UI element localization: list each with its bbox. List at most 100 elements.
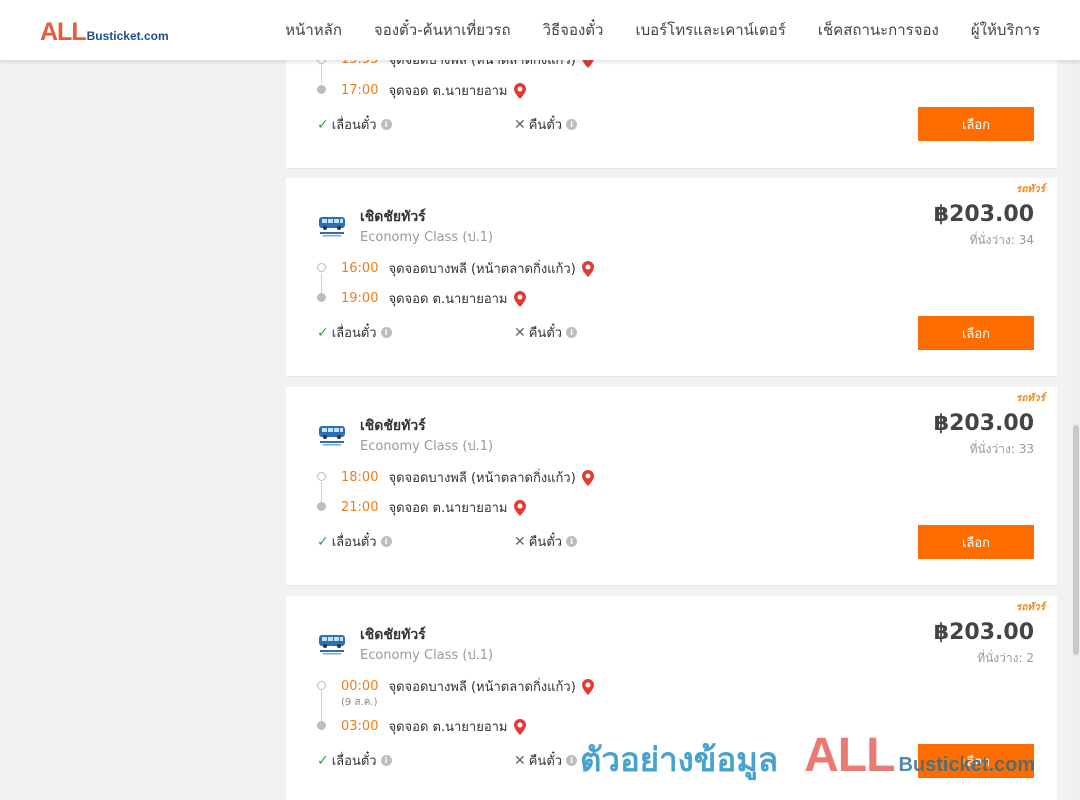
check-icon: ✓	[317, 533, 329, 550]
scrollbar-thumb[interactable]	[1073, 425, 1079, 655]
refund-policy: ✕ คืนตั๋ว i	[514, 322, 578, 343]
main-nav: หน้าหลัก จองตั๋ว-ค้นหาเที่ยวรถ วิธีจองตั…	[285, 0, 1040, 60]
check-icon: ✓	[317, 752, 329, 769]
map-pin-icon[interactable]	[513, 499, 526, 516]
refund-label: คืนตั๋ว	[528, 535, 563, 550]
map-pin-icon[interactable]	[581, 260, 594, 277]
select-trip-button[interactable]: เลือก	[918, 107, 1034, 141]
select-trip-button[interactable]: เลือก	[918, 744, 1034, 778]
arrive-time: 19:00	[341, 291, 379, 306]
reschedule-policy: ✓ เลื่อนตั๋ว i	[317, 114, 392, 135]
info-icon[interactable]: i	[566, 327, 578, 338]
refund-policy: ✕ คืนตั๋ว i	[514, 531, 578, 552]
bus-type-tag: รถทัวร์	[1015, 602, 1045, 613]
route-line	[321, 482, 322, 502]
arrive-stop: 03:00 จุดจอด ต.นายายอาม	[341, 716, 526, 737]
info-icon[interactable]: i	[566, 755, 578, 766]
arrive-place: จุดจอด ต.นายายอาม	[388, 292, 508, 307]
arrive-place: จุดจอด ต.นายายอาม	[388, 84, 508, 99]
operator-logo-icon	[319, 217, 345, 237]
reschedule-policy: ✓ เลื่อนตั๋ว i	[317, 322, 392, 343]
depart-date-note: (9 ส.ค.)	[341, 697, 378, 708]
arrive-place: จุดจอด ต.นายายอาม	[388, 501, 508, 516]
page-scrollbar[interactable]	[1072, 0, 1080, 800]
ticket-price: ฿203.00	[933, 411, 1034, 436]
depart-dot	[317, 263, 326, 272]
arrive-stop: 19:00 จุดจอด ต.นายายอาม	[341, 288, 526, 309]
depart-time: 18:00	[341, 470, 379, 485]
map-pin-icon[interactable]	[513, 290, 526, 307]
reschedule-policy: ✓ เลื่อนตั๋ว i	[317, 531, 392, 552]
arrive-stop: 21:00 จุดจอด ต.นายายอาม	[341, 497, 526, 518]
select-trip-button[interactable]: เลือก	[918, 525, 1034, 559]
ticket-price: ฿203.00	[933, 202, 1034, 227]
operator-logo-icon	[319, 635, 345, 655]
info-icon[interactable]: i	[566, 119, 578, 130]
depart-place: จุดจอดบางพลี (หน้าตลาดกิ่งแก้ว)	[388, 680, 576, 695]
nav-operators[interactable]: ผู้ให้บริการ	[971, 18, 1040, 42]
refund-policy: ✕ คืนตั๋ว i	[514, 114, 578, 135]
depart-dot	[317, 681, 326, 690]
route-line	[321, 64, 322, 83]
operator-name: เชิดชัยทัวร์	[360, 418, 426, 434]
arrive-time: 21:00	[341, 500, 379, 515]
reschedule-policy: ✓ เลื่อนตั๋ว i	[317, 750, 392, 771]
depart-place: จุดจอดบางพลี (หน้าตลาดกิ่งแก้ว)	[388, 262, 576, 277]
info-icon[interactable]: i	[380, 327, 392, 338]
nav-phone-counters[interactable]: เบอร์โทรและเคาน์เตอร์	[635, 18, 785, 42]
route-line	[321, 691, 322, 721]
seats-available: ที่นั่งว่าง: 34	[969, 233, 1034, 247]
arrive-dot	[317, 85, 326, 94]
operator-name: เชิดชัยทัวร์	[360, 627, 426, 643]
arrive-place: จุดจอด ต.นายายอาม	[388, 720, 508, 735]
reschedule-label: เลื่อนตั๋ว	[331, 326, 377, 341]
info-icon[interactable]: i	[380, 119, 392, 130]
nav-check-booking[interactable]: เช็คสถานะการจอง	[818, 18, 939, 42]
operator-name: เชิดชัยทัวร์	[360, 209, 426, 225]
site-logo[interactable]: ALL Busticket.com	[40, 18, 169, 47]
depart-time: 16:00	[341, 261, 379, 276]
operator-logo-icon	[319, 426, 345, 446]
reschedule-label: เลื่อนตั๋ว	[331, 535, 377, 550]
bus-class: Economy Class (ป.1)	[360, 648, 494, 663]
logo-busticket-text: Busticket.com	[86, 29, 169, 43]
close-icon: ✕	[514, 533, 526, 550]
map-pin-icon[interactable]	[513, 718, 526, 735]
nav-home[interactable]: หน้าหลัก	[285, 18, 342, 42]
nav-how-to-book[interactable]: วิธีจองตั๋ว	[543, 18, 604, 42]
close-icon: ✕	[514, 752, 526, 769]
map-pin-icon[interactable]	[581, 678, 594, 695]
trip-card: รถทัวร์ เชิดชัยทัวร์ Economy Class (ป.1)…	[286, 178, 1057, 377]
arrive-dot	[317, 721, 326, 730]
info-icon[interactable]: i	[566, 536, 578, 547]
ticket-price: ฿203.00	[933, 620, 1034, 645]
close-icon: ✕	[514, 324, 526, 341]
route-line	[321, 273, 322, 293]
depart-dot	[317, 472, 326, 481]
arrive-dot	[317, 502, 326, 511]
info-icon[interactable]: i	[380, 755, 392, 766]
arrive-time: 17:00	[341, 83, 379, 98]
refund-policy: ✕ คืนตั๋ว i	[514, 750, 578, 771]
map-pin-icon[interactable]	[581, 469, 594, 486]
depart-time: 00:00	[341, 679, 379, 694]
depart-place: จุดจอดบางพลี (หน้าตลาดกิ่งแก้ว)	[388, 471, 576, 486]
check-icon: ✓	[317, 116, 329, 133]
nav-book-search[interactable]: จองตั๋ว-ค้นหาเที่ยวรถ	[374, 18, 511, 42]
top-navbar: ALL Busticket.com หน้าหลัก จองตั๋ว-ค้นหา…	[0, 0, 1080, 60]
trip-card: รถทัวร์ เชิดชัยทัวร์ Economy Class (ป.1)…	[286, 387, 1057, 586]
arrive-time: 03:00	[341, 719, 379, 734]
seats-available: ที่นั่งว่าง: 33	[969, 442, 1034, 456]
info-icon[interactable]: i	[380, 536, 392, 547]
refund-label: คืนตั๋ว	[528, 754, 563, 769]
select-trip-button[interactable]: เลือก	[918, 316, 1034, 350]
refund-label: คืนตั๋ว	[528, 118, 563, 133]
map-pin-icon[interactable]	[513, 82, 526, 99]
logo-all-text: ALL	[40, 18, 87, 46]
arrive-stop: 17:00 จุดจอด ต.นายายอาม	[341, 80, 526, 101]
trip-card: รถทัวร์ เชิดชัยทัวร์ Economy Class (ป.1)…	[286, 596, 1057, 800]
bus-class: Economy Class (ป.1)	[360, 439, 494, 454]
depart-stop: 00:00 จุดจอดบางพลี (หน้าตลาดกิ่งแก้ว)	[341, 676, 594, 697]
bus-type-tag: รถทัวร์	[1015, 184, 1045, 195]
bus-type-tag: รถทัวร์	[1015, 393, 1045, 404]
